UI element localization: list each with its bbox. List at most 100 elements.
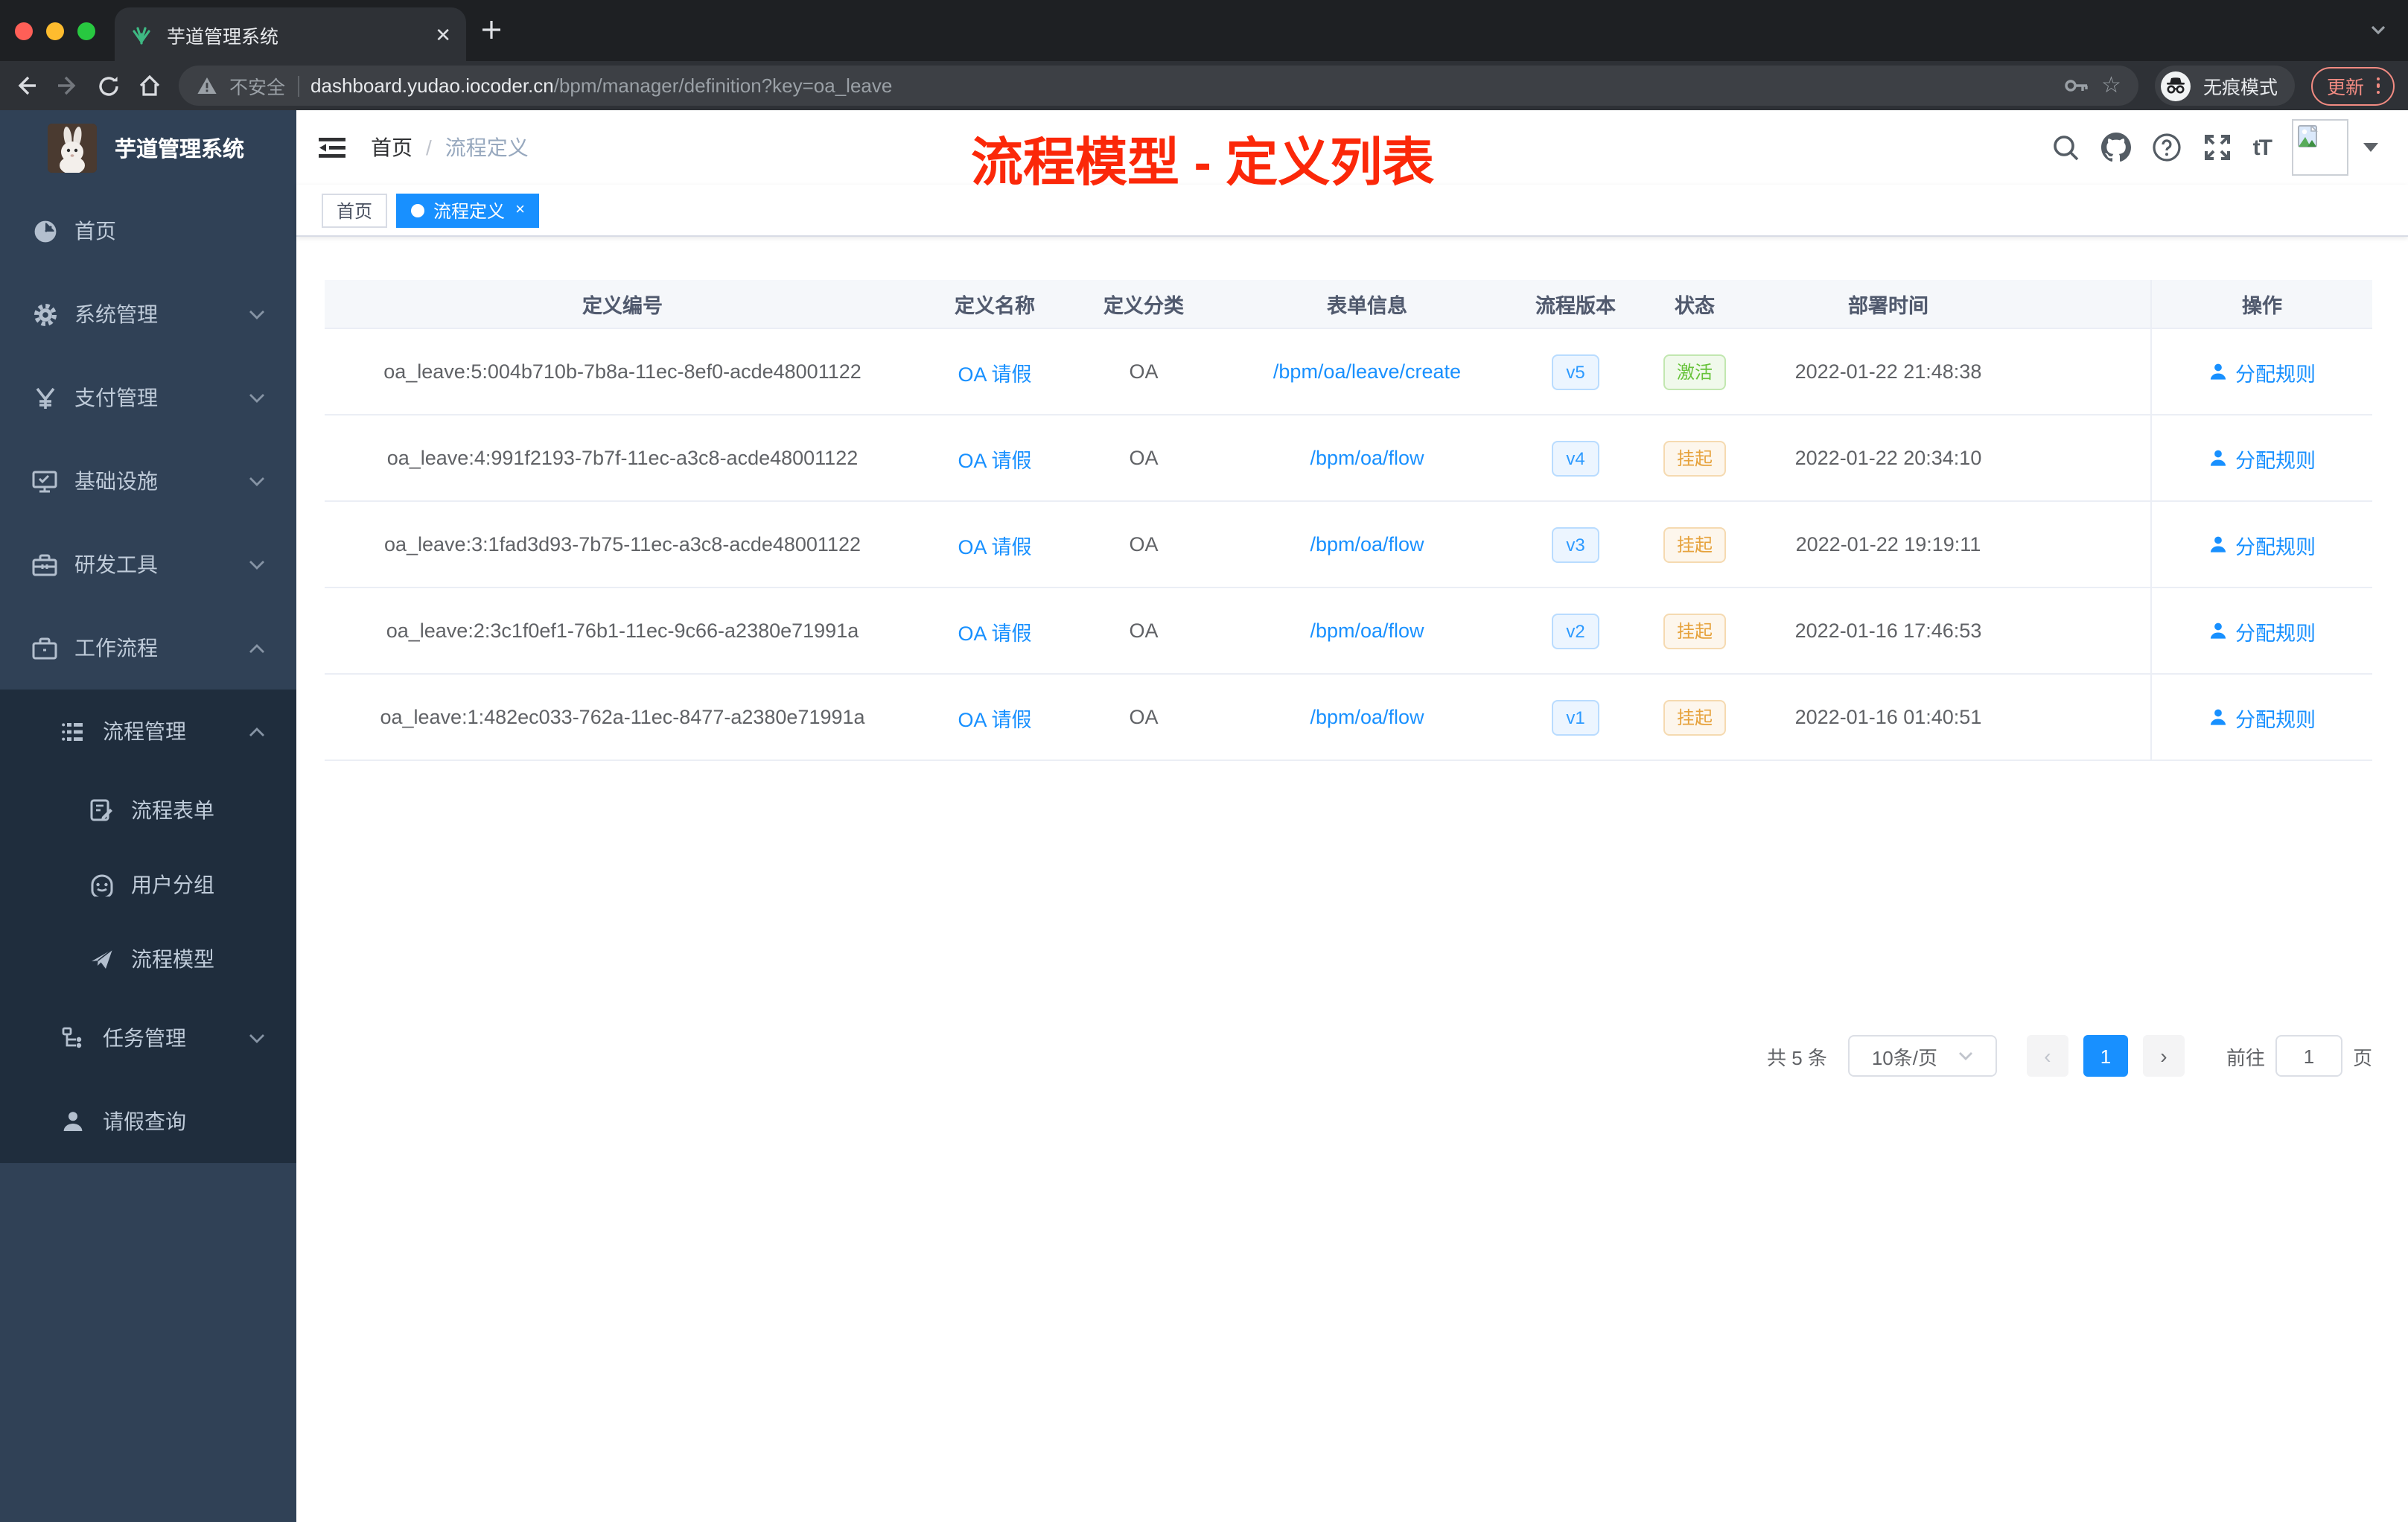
user-icon (2210, 450, 2226, 466)
not-secure-warning-icon[interactable] (197, 76, 217, 95)
version-badge: v3 (1551, 526, 1600, 562)
assign-rule-link[interactable]: 分配规则 (2208, 702, 2316, 732)
form-info-link[interactable]: /bpm/oa/leave/create (1273, 360, 1461, 383)
breadcrumb-home[interactable]: 首页 (371, 133, 413, 162)
sidebar-item-leave-query[interactable]: 请假查询 (0, 1080, 296, 1163)
avatar[interactable] (2292, 119, 2348, 176)
broken-image-icon (2298, 125, 2318, 147)
browser-update-button[interactable]: 更新 (2311, 66, 2395, 105)
sidebar-item-user-group[interactable]: 用户分组 (0, 847, 296, 922)
tab-close-icon[interactable]: ✕ (435, 25, 451, 44)
current-page-button[interactable]: 1 (2083, 1035, 2128, 1077)
search-icon[interactable] (2052, 133, 2080, 162)
form-info-link[interactable]: /bpm/oa/flow (1310, 706, 1424, 728)
reload-icon[interactable] (97, 74, 121, 98)
cell-deploy-time: 2022-01-22 19:19:11 (1795, 533, 1981, 555)
version-badge: v1 (1551, 699, 1600, 735)
incognito-label: 无痕模式 (2202, 77, 2278, 98)
back-icon[interactable] (13, 73, 39, 98)
sidebar-item-payment[interactable]: 支付管理 (0, 356, 296, 439)
gear-icon (31, 302, 58, 327)
update-label[interactable]: 更新 (2327, 71, 2364, 100)
address-bar[interactable]: 不安全 dashboard.yudao.iocoder.cn/bpm/manag… (179, 66, 2139, 106)
maximize-window-button[interactable] (77, 22, 95, 40)
assign-rule-link[interactable]: 分配规则 (2208, 443, 2316, 473)
favicon-seedling-icon (133, 27, 150, 45)
sidebar-item-label: 基础设施 (74, 469, 158, 493)
sidebar-item-label: 请假查询 (103, 1109, 186, 1133)
avatar-caret-icon[interactable] (2363, 143, 2378, 152)
assign-rule-link[interactable]: 分配规则 (2208, 357, 2316, 386)
sidebar-item-label: 支付管理 (74, 386, 158, 410)
tag-home[interactable]: 首页 (322, 193, 388, 227)
definition-name-link[interactable]: OA 请假 (958, 616, 1031, 646)
fullscreen-icon[interactable] (2202, 133, 2232, 162)
tree-icon (60, 1026, 86, 1050)
definition-name-link[interactable]: OA 请假 (958, 357, 1031, 386)
definition-name-link[interactable]: OA 请假 (958, 443, 1031, 473)
sidebar-item-label: 流程表单 (131, 798, 214, 822)
tag-close-icon[interactable]: × (515, 201, 525, 219)
sidebar-logo[interactable]: 芋道管理系统 (0, 110, 296, 185)
minimize-window-button[interactable] (46, 22, 64, 40)
sidebar-item-devtools[interactable]: 研发工具 (0, 523, 296, 606)
sidebar-item-process-management[interactable]: 流程管理 (0, 690, 296, 773)
help-icon[interactable] (2152, 133, 2182, 162)
sidebar-item-process-form[interactable]: 流程表单 (0, 773, 296, 847)
main-area: 流程模型 - 定义列表 首页 / 流程定义 tT 首页 流程定义 × 定义编号 … (296, 110, 2408, 1522)
tag-process-definition[interactable]: 流程定义 × (396, 193, 540, 227)
sidebar-item-label: 流程模型 (131, 947, 214, 971)
chevron-down-icon (249, 309, 265, 319)
form-info-link[interactable]: /bpm/oa/flow (1310, 533, 1424, 555)
bookmark-star-icon[interactable]: ☆ (2101, 74, 2121, 97)
column-header: 部署时间 (1848, 295, 1928, 317)
status-badge: 挂起 (1663, 613, 1726, 649)
sidebar-item-label: 首页 (74, 219, 116, 243)
sidebar-item-home[interactable]: 首页 (0, 189, 296, 273)
form-info-link[interactable]: /bpm/oa/flow (1310, 620, 1424, 642)
password-key-icon[interactable] (2064, 77, 2089, 94)
not-secure-label[interactable]: 不安全 (229, 71, 285, 100)
version-badge: v4 (1551, 440, 1600, 476)
pagination-total: 共 5 条 (1767, 1046, 1827, 1069)
close-window-button[interactable] (15, 22, 33, 40)
sidebar-item-infra[interactable]: 基础设施 (0, 439, 296, 523)
sidebar-item-label: 系统管理 (74, 302, 158, 326)
version-badge: v5 (1551, 354, 1600, 389)
next-page-button[interactable]: › (2142, 1035, 2185, 1077)
definition-name-link[interactable]: OA 请假 (958, 702, 1031, 732)
tab-search-chevron-icon[interactable] (2369, 24, 2387, 36)
list-icon (60, 720, 86, 742)
new-tab-button[interactable] (480, 18, 503, 42)
github-icon[interactable] (2100, 133, 2131, 162)
sidebar-item-system[interactable]: 系统管理 (0, 273, 296, 356)
sidebar-item-workflow[interactable]: 工作流程 (0, 606, 296, 690)
sidebar-item-process-model[interactable]: 流程模型 (0, 922, 296, 996)
definition-name-link[interactable]: OA 请假 (958, 529, 1031, 559)
sidebar-fold-icon[interactable] (319, 136, 347, 159)
table-row: oa_leave:2:3c1f0ef1-76b1-11ec-9c66-a2380… (325, 588, 2372, 675)
assign-rule-link[interactable]: 分配规则 (2208, 529, 2316, 559)
chevron-down-icon (249, 1033, 265, 1043)
form-info-link[interactable]: /bpm/oa/flow (1310, 447, 1424, 469)
assign-rule-link[interactable]: 分配规则 (2208, 616, 2316, 646)
sidebar-item-task-management[interactable]: 任务管理 (0, 996, 296, 1080)
font-size-icon[interactable]: tT (2253, 135, 2272, 160)
goto-page-input[interactable] (2275, 1035, 2342, 1077)
pagination: 共 5 条 10条/页 ‹ 1 › 前往 页 (1767, 1035, 2372, 1077)
home-icon[interactable] (137, 73, 162, 98)
url-text[interactable]: dashboard.yudao.iocoder.cn/bpm/manager/d… (310, 74, 2052, 97)
cell-category: OA (1129, 706, 1159, 728)
goto-label: 前往 (2226, 1046, 2265, 1069)
sidebar-item-label: 用户分组 (131, 873, 214, 897)
cell-category: OA (1129, 620, 1159, 642)
browser-menu-icon[interactable] (2376, 77, 2380, 95)
chevron-up-icon (249, 643, 265, 653)
user-icon (2210, 623, 2226, 639)
prev-page-button[interactable]: ‹ (2026, 1035, 2068, 1077)
page-size-select[interactable]: 10条/页 (1847, 1035, 1997, 1077)
browser-tab[interactable]: 芋道管理系统 ✕ (115, 7, 466, 61)
forward-icon[interactable] (55, 73, 80, 98)
column-header-actions: 操作 (2150, 280, 2372, 328)
window-controls[interactable] (15, 22, 95, 40)
